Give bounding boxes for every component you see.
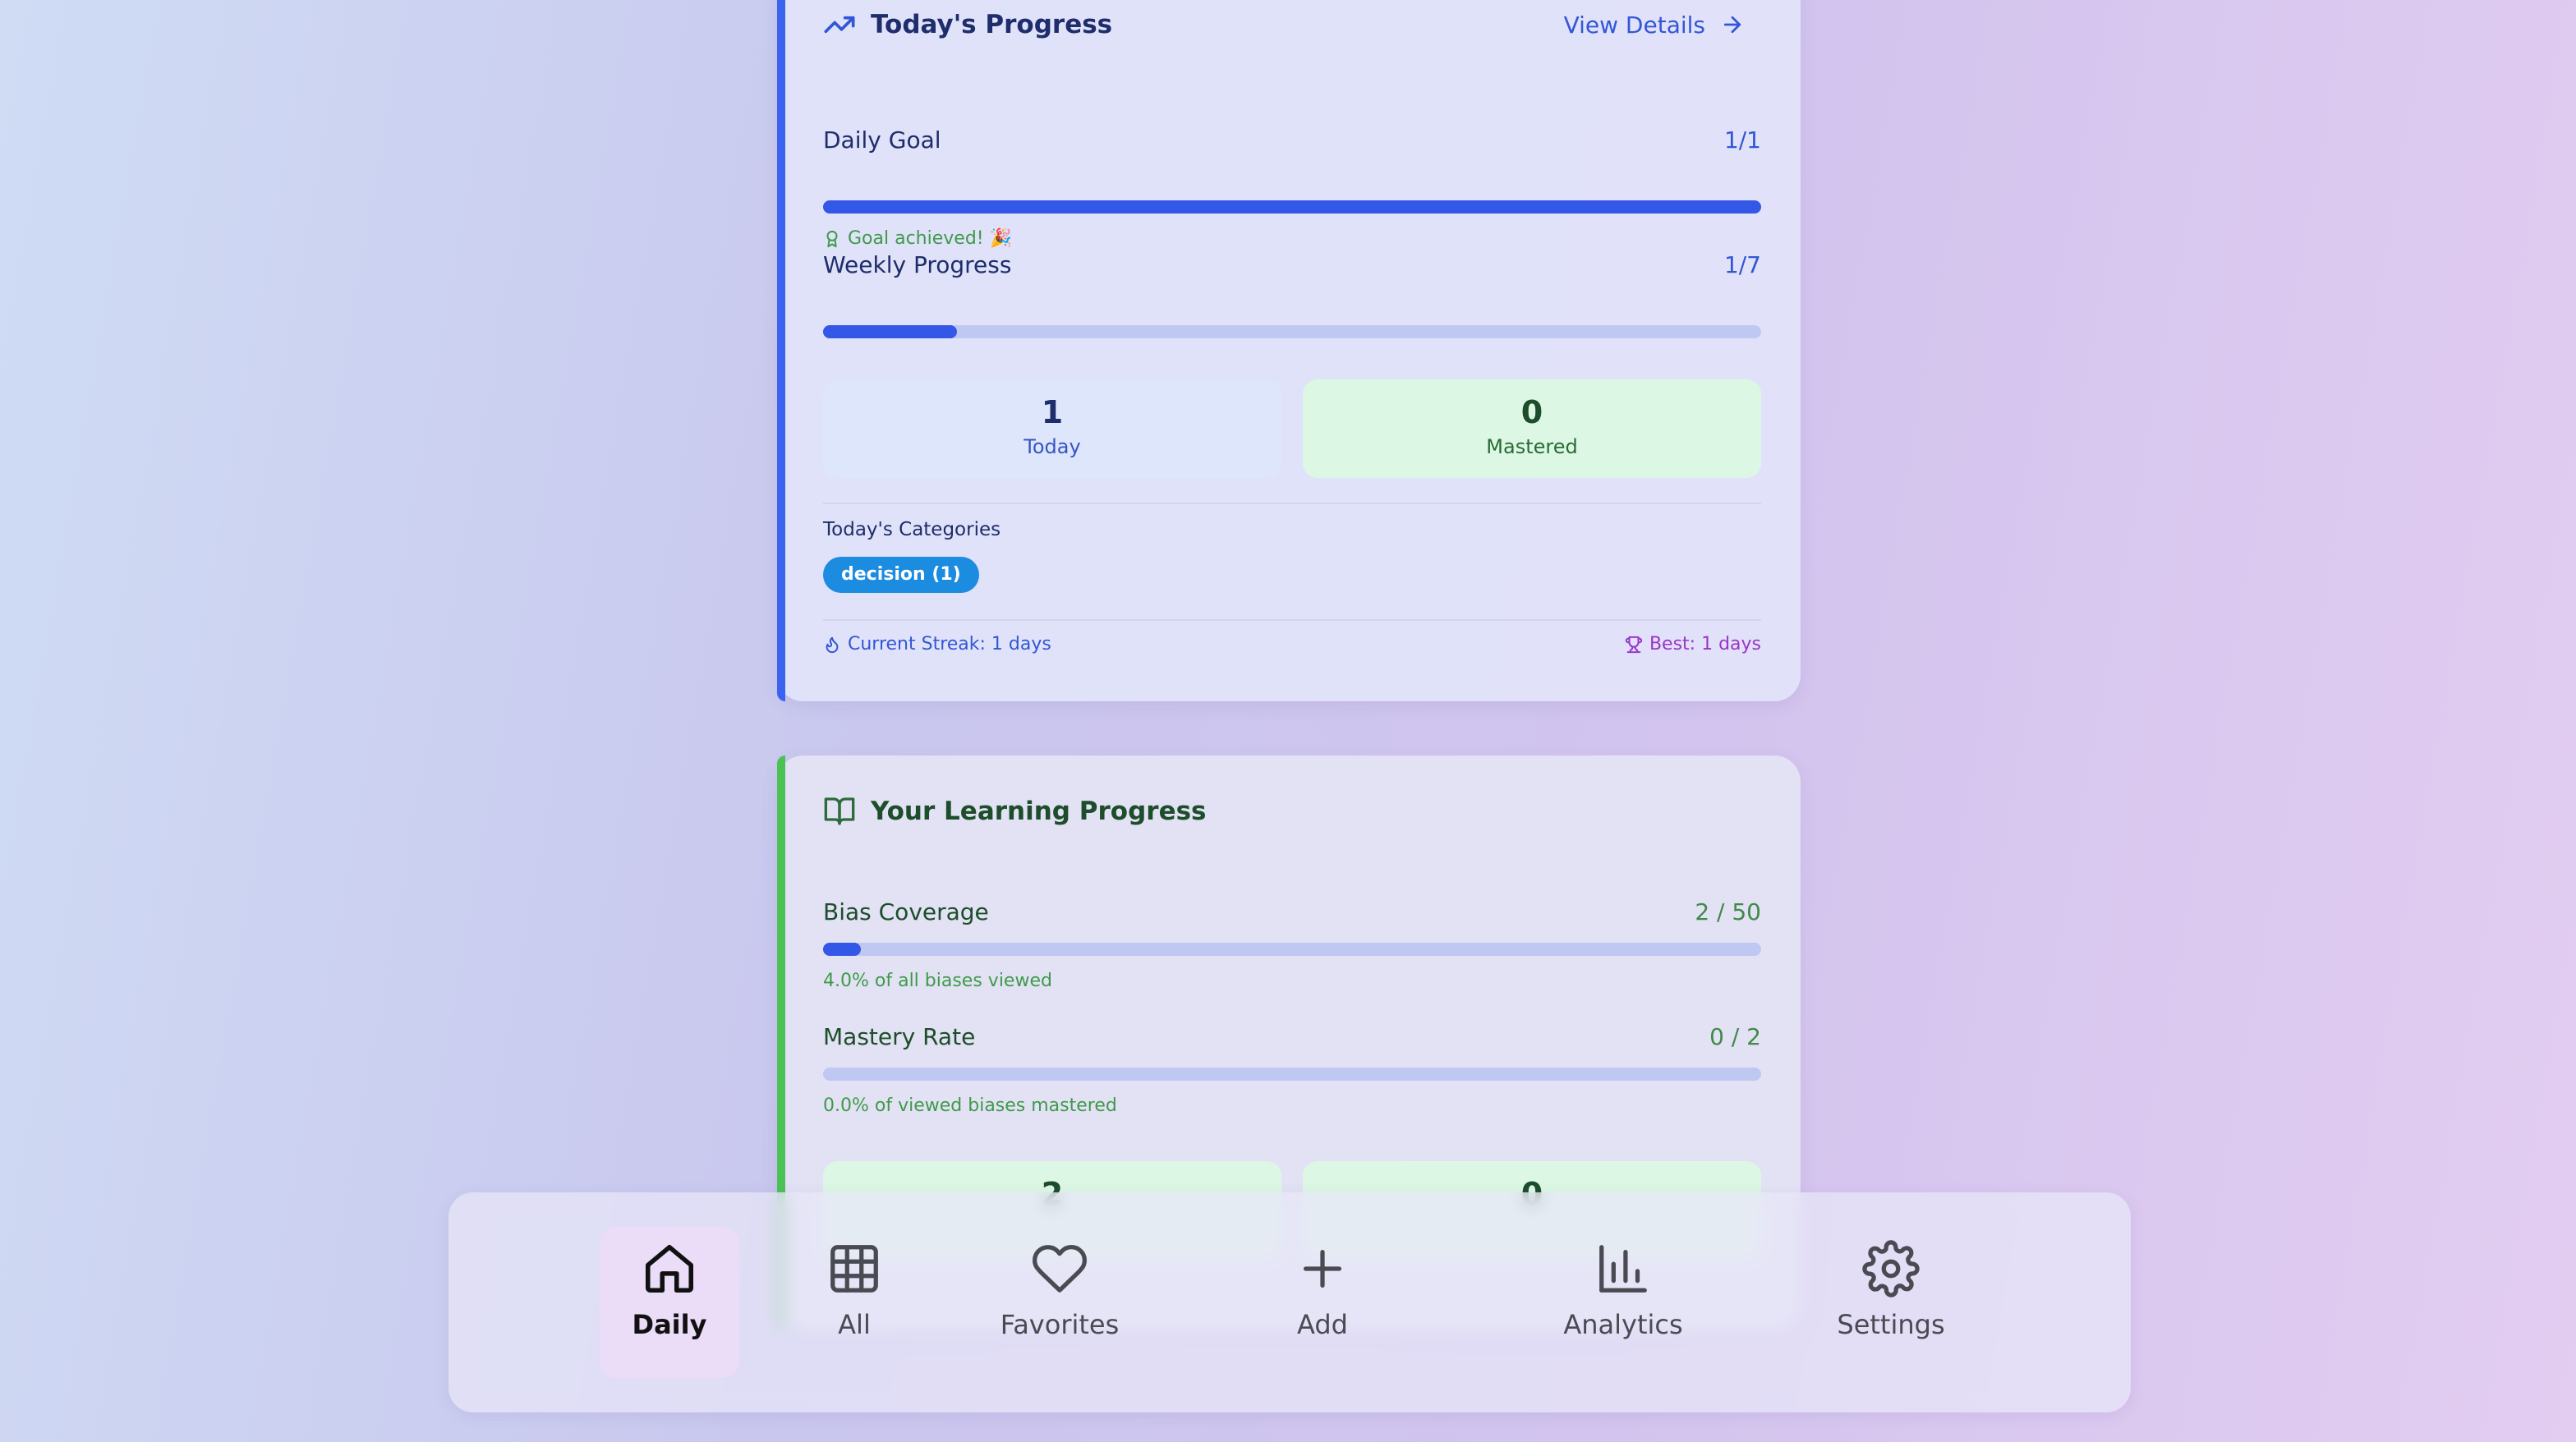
todays-progress-card: Today's Progress View Details Daily Goal… [777, 0, 1801, 701]
best-streak-text: Best: 1 days [1649, 634, 1761, 654]
nav-all[interactable]: All [789, 1227, 920, 1378]
nav-add[interactable]: Add [1272, 1227, 1373, 1378]
mastered-count-label: Mastered [1486, 435, 1578, 458]
bias-coverage-label: Bias Coverage [823, 898, 989, 925]
bias-coverage-bar [823, 943, 1761, 956]
bias-coverage-note: 4.0% of all biases viewed [823, 971, 1052, 991]
nav-settings[interactable]: Settings [1822, 1227, 1960, 1378]
trophy-icon [1625, 636, 1643, 654]
nav-all-label: All [838, 1309, 871, 1340]
mastered-count-stat: 0 Mastered [1303, 379, 1761, 478]
nav-analytics-label: Analytics [1563, 1309, 1683, 1340]
gear-icon [1862, 1240, 1920, 1297]
best-streak: Best: 1 days [1625, 634, 1761, 654]
view-details-label: View Details [1563, 11, 1705, 39]
bias-coverage-bar-fill [823, 943, 861, 956]
daily-goal-value: 1/1 [1723, 126, 1761, 154]
nav-daily-label: Daily [632, 1309, 707, 1340]
todays-progress-title: Today's Progress [871, 10, 1113, 39]
mastered-count-number: 0 [1520, 394, 1543, 430]
daily-goal-label: Daily Goal [823, 126, 941, 154]
bar-chart-icon [1594, 1240, 1652, 1297]
trending-up-icon [823, 8, 856, 41]
nav-analytics[interactable]: Analytics [1554, 1227, 1692, 1378]
nav-add-label: Add [1297, 1309, 1348, 1340]
nav-settings-label: Settings [1837, 1309, 1945, 1340]
divider [823, 503, 1761, 504]
current-streak: Current Streak: 1 days [823, 634, 1051, 654]
nav-daily[interactable]: Daily [600, 1227, 739, 1378]
arrow-right-icon [1720, 12, 1745, 37]
grid-icon [826, 1240, 883, 1297]
mastery-rate-note: 0.0% of viewed biases mastered [823, 1095, 1117, 1116]
todays-progress-header: Today's Progress View Details [823, 0, 1761, 49]
nav-favorites-label: Favorites [1000, 1309, 1120, 1340]
mastery-rate-bar [823, 1068, 1761, 1081]
bottom-navigation: Daily All Favorites Add Analytics Settin… [448, 1192, 2131, 1412]
goal-achieved-note: Goal achieved! 🎉 [823, 228, 1012, 249]
weekly-progress-bar-fill [823, 325, 958, 338]
daily-goal-bar [823, 200, 1761, 214]
flame-icon [823, 636, 841, 654]
book-open-icon [823, 795, 856, 828]
learning-progress-header: Your Learning Progress [823, 787, 1761, 836]
weekly-progress-bar [823, 325, 1761, 338]
category-pill-decision[interactable]: decision (1) [823, 557, 979, 593]
award-icon [823, 230, 841, 248]
learning-progress-title: Your Learning Progress [871, 797, 1207, 826]
plus-icon [1294, 1240, 1351, 1297]
today-count-number: 1 [1041, 394, 1064, 430]
today-count-stat: 1 Today [823, 379, 1281, 478]
bias-coverage-value: 2 / 50 [1695, 898, 1761, 925]
weekly-progress-label: Weekly Progress [823, 251, 1012, 278]
home-icon [641, 1240, 698, 1297]
heart-icon [1031, 1240, 1088, 1297]
mastery-rate-label: Mastery Rate [823, 1023, 976, 1050]
mastery-rate-value: 0 / 2 [1709, 1023, 1761, 1050]
daily-goal-bar-fill [823, 200, 1761, 214]
nav-favorites[interactable]: Favorites [994, 1227, 1125, 1378]
weekly-progress-value: 1/7 [1723, 251, 1761, 278]
divider [823, 619, 1761, 621]
todays-categories-heading: Today's Categories [823, 519, 1001, 540]
goal-achieved-text: Goal achieved! 🎉 [848, 228, 1012, 249]
today-count-label: Today [1024, 435, 1081, 458]
current-streak-text: Current Streak: 1 days [848, 634, 1051, 654]
view-details-link[interactable]: View Details [1564, 11, 1745, 39]
